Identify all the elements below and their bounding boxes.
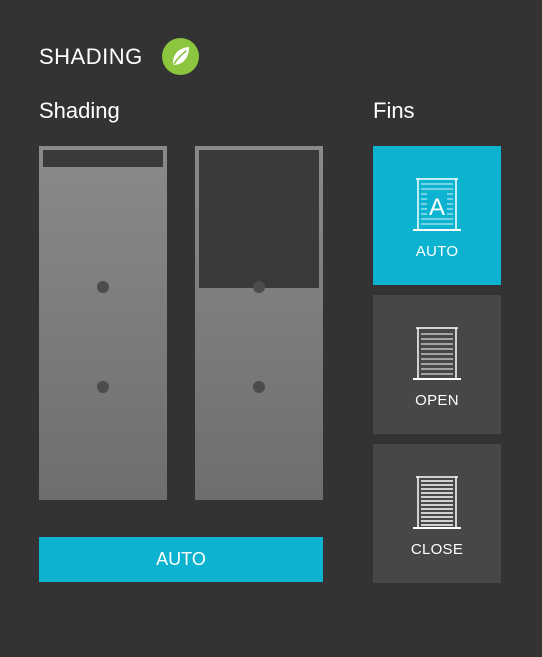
fins-auto-label: AUTO <box>415 243 459 260</box>
fins-close-icon <box>413 476 461 529</box>
fins-close-label: CLOSE <box>410 541 464 558</box>
zone-dot-lower <box>253 381 265 393</box>
shading-section-title: Shading <box>39 98 120 123</box>
fins-auto-icon: A <box>413 178 461 231</box>
fins-section-title: Fins <box>373 98 415 123</box>
shade-fill <box>43 150 163 167</box>
page-title: SHADING <box>39 44 143 69</box>
shade-panel-left[interactable] <box>39 146 167 500</box>
fins-open-button[interactable]: OPEN <box>373 295 501 434</box>
svg-text:A: A <box>429 194 445 221</box>
fins-close-button[interactable]: CLOSE <box>373 444 501 583</box>
fins-open-icon <box>413 327 461 380</box>
fins-auto-button[interactable]: A AUTO <box>373 146 501 285</box>
fins-open-label: OPEN <box>415 392 459 409</box>
zone-dot-upper <box>97 281 109 293</box>
shading-auto-button[interactable]: AUTO <box>39 537 323 582</box>
zone-dot-upper <box>253 281 265 293</box>
zone-dot-lower <box>97 381 109 393</box>
shading-screen: SHADING Shading Fins AUTO A AUTO OPEN CL… <box>0 0 542 657</box>
shade-panel-right[interactable] <box>195 146 323 500</box>
leaf-icon <box>162 38 199 75</box>
shade-fill <box>199 150 319 288</box>
